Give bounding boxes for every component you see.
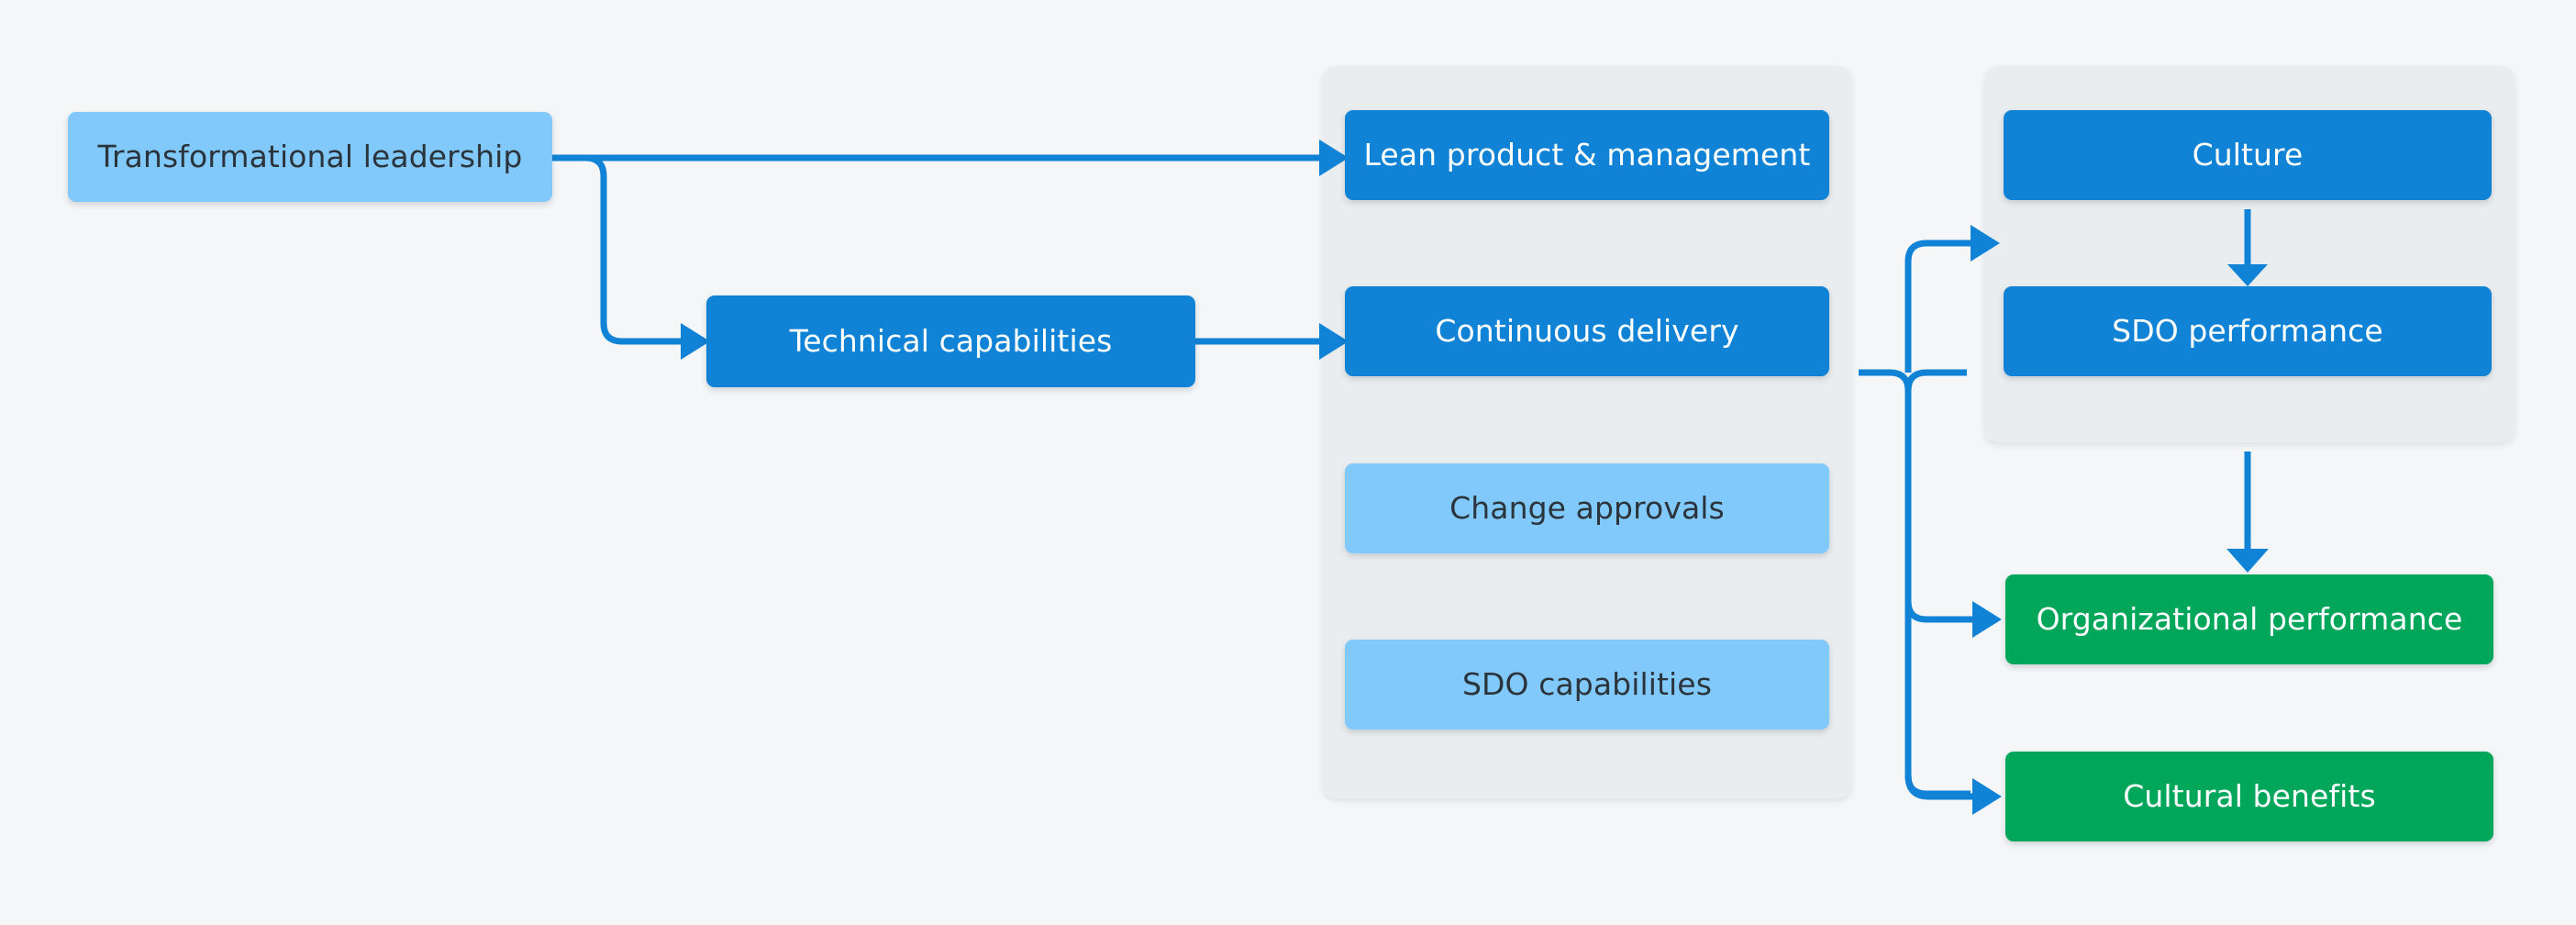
edge-capabilities-split-trunk: [1859, 369, 1971, 797]
edge-outcomes-panel-to-organizational-performance: [2226, 451, 2269, 573]
node-label: Cultural benefits: [2123, 778, 2376, 815]
node-label: Culture: [2192, 137, 2304, 173]
node-sdo-performance[interactable]: SDO performance: [2004, 286, 2492, 376]
edge-leadership-to-lean-product: [552, 139, 1349, 176]
node-label: Organizational performance: [2036, 601, 2463, 638]
node-label: Transformational leadership: [97, 139, 523, 175]
node-change-approvals[interactable]: Change approvals: [1345, 463, 1829, 553]
node-label: Continuous delivery: [1435, 313, 1739, 350]
node-lean-product-management[interactable]: Lean product & management: [1345, 110, 1829, 200]
node-label: Lean product & management: [1363, 137, 1811, 173]
node-transformational-leadership[interactable]: Transformational leadership: [68, 112, 552, 202]
node-culture[interactable]: Culture: [2004, 110, 2492, 200]
diagram-canvas: Transformational leadership Technical ca…: [0, 0, 2576, 925]
node-label: Technical capabilities: [789, 323, 1113, 360]
node-label: Change approvals: [1449, 490, 1725, 527]
edge-capabilities-to-organizational-performance: [1904, 600, 2002, 638]
node-continuous-delivery[interactable]: Continuous delivery: [1345, 286, 1829, 376]
node-cultural-benefits[interactable]: Cultural benefits: [2005, 752, 2493, 841]
edge-capabilities-to-cultural-benefits: [1904, 775, 2002, 815]
node-label: SDO capabilities: [1461, 666, 1712, 703]
node-technical-capabilities[interactable]: Technical capabilities: [706, 295, 1195, 387]
node-label: SDO performance: [2112, 313, 2383, 350]
node-sdo-capabilities[interactable]: SDO capabilities: [1345, 640, 1829, 730]
edge-leadership-to-technical-capabilities: [564, 154, 710, 360]
node-organizational-performance[interactable]: Organizational performance: [2005, 574, 2493, 664]
